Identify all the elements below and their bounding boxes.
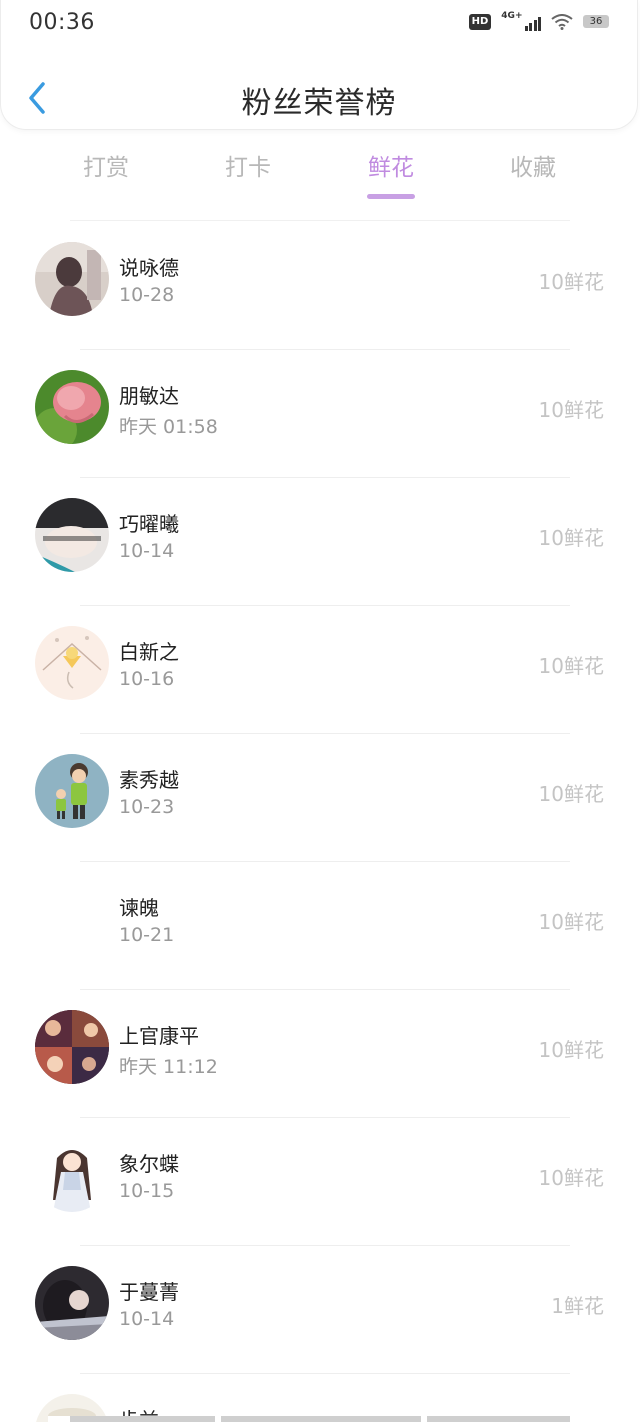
fan-score: 10鲜花 bbox=[538, 1038, 604, 1062]
tab-bar: 打赏 打卡 鲜花 收藏 bbox=[0, 148, 640, 204]
fan-score: 10鲜花 bbox=[538, 1166, 604, 1190]
fan-date: 10-16 bbox=[119, 668, 175, 690]
fan-date: 10-14 bbox=[119, 1308, 175, 1330]
tab-reward[interactable]: 打赏 bbox=[46, 148, 166, 182]
avatar-photo-collage bbox=[35, 1010, 109, 1084]
fan-row[interactable]: 于蔓菁 10-14 1鲜花 bbox=[0, 1246, 640, 1374]
fan-score: 10鲜花 bbox=[538, 526, 604, 550]
status-time: 00:36 bbox=[29, 10, 95, 35]
fan-row[interactable]: 巧曜曦 10-14 10鲜花 bbox=[0, 478, 640, 606]
fan-score: 10鲜花 bbox=[538, 270, 604, 294]
fan-date: 昨天 01:58 bbox=[119, 416, 218, 438]
avatar[interactable] bbox=[35, 498, 109, 572]
hd-badge: HD bbox=[468, 13, 492, 30]
fan-name: 白新之 bbox=[119, 640, 179, 664]
fan-row[interactable]: 象尔蝶 10-15 10鲜花 bbox=[0, 1118, 640, 1246]
avatar[interactable] bbox=[35, 242, 109, 316]
avatar[interactable] bbox=[35, 626, 109, 700]
fan-row[interactable]: 说咏德 10-28 10鲜花 bbox=[0, 222, 640, 350]
fan-date: 10-21 bbox=[119, 924, 175, 946]
avatar[interactable] bbox=[35, 1010, 109, 1084]
avatar-drawing bbox=[35, 626, 109, 700]
fan-name: 谏魄 bbox=[119, 896, 159, 920]
fan-score: 10鲜花 bbox=[538, 654, 604, 678]
tab-checkin[interactable]: 打卡 bbox=[188, 148, 308, 182]
page-title: 粉丝荣誉榜 bbox=[241, 86, 397, 121]
fan-score: 1鲜花 bbox=[551, 1294, 604, 1318]
fan-name: 象尔蝶 bbox=[119, 1152, 179, 1176]
fan-name: 朋敏达 bbox=[119, 384, 179, 408]
fan-row[interactable]: 素秀越 10-23 10鲜花 bbox=[0, 734, 640, 862]
avatar[interactable] bbox=[35, 1266, 109, 1340]
battery-level: 36 bbox=[583, 15, 609, 28]
network-type-label: 4G+ bbox=[501, 11, 523, 21]
fan-name: 上官康平 bbox=[119, 1024, 199, 1048]
horizontal-scrollbar[interactable] bbox=[70, 1416, 570, 1422]
fan-name: 于蔓菁 bbox=[119, 1280, 179, 1304]
fan-row[interactable]: 白新之 10-16 10鲜花 bbox=[0, 606, 640, 734]
fan-date: 10-28 bbox=[119, 284, 175, 306]
fan-name: 巧曜曦 bbox=[119, 512, 179, 536]
fan-score: 10鲜花 bbox=[538, 910, 604, 934]
battery-icon: 36 bbox=[583, 15, 609, 28]
avatar[interactable] bbox=[35, 754, 109, 828]
avatar-photo-hand bbox=[35, 498, 109, 572]
fan-name: 素秀越 bbox=[119, 768, 179, 792]
fan-score: 10鲜花 bbox=[538, 782, 604, 806]
tab-favorites[interactable]: 收藏 bbox=[473, 148, 593, 182]
active-tab-indicator bbox=[367, 194, 415, 199]
avatar-empty[interactable] bbox=[35, 882, 109, 956]
tab-flowers[interactable]: 鲜花 bbox=[331, 148, 451, 182]
avatar-photo-figure bbox=[35, 242, 109, 316]
fan-row[interactable]: 上官康平 昨天 11:12 10鲜花 bbox=[0, 990, 640, 1118]
cellular-signal-icon: 4G+ bbox=[501, 12, 541, 31]
fan-score: 10鲜花 bbox=[538, 398, 604, 422]
wifi-icon bbox=[551, 13, 573, 30]
status-icons: HD 4G+ 36 bbox=[468, 12, 609, 31]
fan-row[interactable]: 朋敏达 昨天 01:58 10鲜花 bbox=[0, 350, 640, 478]
avatar[interactable] bbox=[35, 1138, 109, 1212]
avatar[interactable] bbox=[35, 370, 109, 444]
avatar-anime-girl bbox=[35, 1138, 109, 1212]
fan-row[interactable]: 谏魄 10-21 10鲜花 bbox=[0, 862, 640, 990]
avatar-photo-flower bbox=[35, 370, 109, 444]
fan-row[interactable]: 步益 bbox=[0, 1374, 640, 1422]
avatar-cartoon bbox=[35, 754, 109, 828]
tab-divider bbox=[70, 220, 570, 221]
fan-date: 10-14 bbox=[119, 540, 175, 562]
fan-name: 说咏德 bbox=[119, 256, 179, 280]
avatar-photo-dark bbox=[35, 1266, 109, 1340]
fan-date: 昨天 11:12 bbox=[119, 1056, 218, 1078]
header-bar: 00:36 HD 4G+ 36 粉丝荣誉榜 bbox=[0, 0, 638, 130]
fan-date: 10-23 bbox=[119, 796, 175, 818]
fan-date: 10-15 bbox=[119, 1180, 175, 1202]
